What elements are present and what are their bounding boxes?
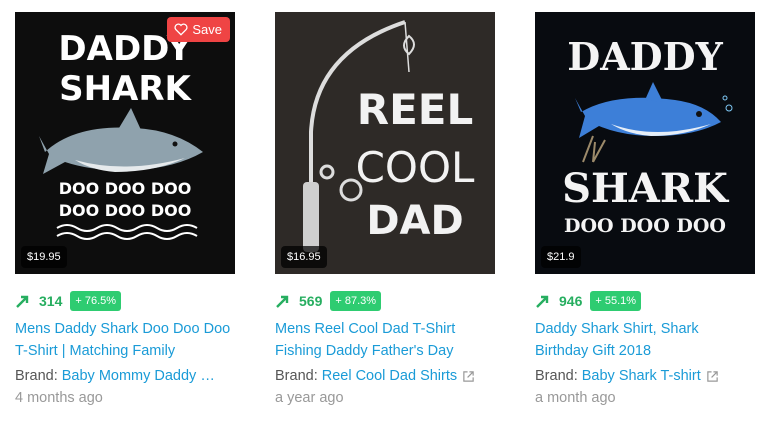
svg-text:DAD: DAD bbox=[366, 198, 463, 244]
product-image[interactable]: DADDY SHARK DOO DOO DOO DOO DOO DOO Save… bbox=[15, 12, 235, 274]
trend-up-icon bbox=[16, 295, 29, 308]
trend-up-icon bbox=[536, 295, 549, 308]
product-card: DADDY SHARK DOO DOO DOO $21.9 946 + 55.1… bbox=[535, 12, 755, 406]
brand-row: Brand: Baby Mommy Daddy … bbox=[15, 368, 235, 384]
product-card: REEL COOL DAD $16.95 569 + 87.3% Mens Re… bbox=[275, 12, 495, 406]
svg-text:REEL: REEL bbox=[357, 85, 473, 134]
svg-text:DADDY: DADDY bbox=[567, 34, 723, 79]
brand-label: Brand: bbox=[535, 368, 578, 384]
listing-age: a year ago bbox=[275, 390, 344, 406]
sales-count: 946 bbox=[559, 293, 583, 309]
brand-label: Brand: bbox=[275, 368, 318, 384]
svg-text:SHARK: SHARK bbox=[59, 69, 192, 109]
brand-row: Brand: Baby Shark T-shirt bbox=[535, 368, 755, 384]
trend-up-icon bbox=[276, 295, 289, 308]
brand-row: Brand: Reel Cool Dad Shirts bbox=[275, 368, 495, 384]
product-card: DADDY SHARK DOO DOO DOO DOO DOO DOO Save… bbox=[15, 12, 235, 406]
listing-age: a month ago bbox=[535, 390, 616, 406]
product-title-link[interactable]: Mens Daddy Shark Doo Doo Doo T-Shirt | M… bbox=[15, 318, 235, 362]
save-label: Save bbox=[192, 22, 222, 37]
svg-text:SHARK: SHARK bbox=[562, 165, 729, 212]
heart-icon bbox=[174, 23, 188, 36]
svg-text:DOO DOO DOO: DOO DOO DOO bbox=[59, 201, 192, 220]
listing-age: 4 months ago bbox=[15, 390, 103, 406]
brand-link[interactable]: Baby Shark T-shirt bbox=[582, 368, 701, 384]
stats-row: 314 + 76.5% bbox=[15, 290, 235, 312]
svg-text:COOL: COOL bbox=[356, 143, 475, 192]
stats-row: 946 + 55.1% bbox=[535, 290, 755, 312]
daddy-shark-blue-artwork: DADDY SHARK DOO DOO DOO bbox=[535, 12, 755, 274]
brand-label: Brand: bbox=[15, 368, 58, 384]
save-button[interactable]: Save bbox=[167, 17, 230, 42]
brand-link[interactable]: Reel Cool Dad Shirts bbox=[322, 368, 457, 384]
external-link-icon[interactable] bbox=[462, 370, 475, 383]
svg-text:DOO DOO DOO: DOO DOO DOO bbox=[564, 215, 726, 237]
external-link-icon[interactable] bbox=[706, 370, 719, 383]
product-title-link[interactable]: Mens Reel Cool Dad T-Shirt Fishing Daddy… bbox=[275, 318, 495, 362]
product-title-link[interactable]: Daddy Shark Shirt, Shark Birthday Gift 2… bbox=[535, 318, 755, 362]
growth-badge: + 76.5% bbox=[70, 291, 122, 311]
growth-badge: + 55.1% bbox=[590, 291, 642, 311]
price-badge: $16.95 bbox=[281, 246, 327, 268]
daddy-shark-artwork: DADDY SHARK DOO DOO DOO DOO DOO DOO bbox=[15, 12, 235, 274]
stats-row: 569 + 87.3% bbox=[275, 290, 495, 312]
price-badge: $21.9 bbox=[541, 246, 581, 268]
product-image[interactable]: REEL COOL DAD $16.95 bbox=[275, 12, 495, 274]
price-badge: $19.95 bbox=[21, 246, 67, 268]
brand-link[interactable]: Baby Mommy Daddy … bbox=[62, 368, 215, 384]
reel-cool-dad-artwork: REEL COOL DAD bbox=[275, 12, 495, 274]
product-grid: DADDY SHARK DOO DOO DOO DOO DOO DOO Save… bbox=[0, 0, 769, 430]
sales-count: 569 bbox=[299, 293, 323, 309]
svg-text:DOO DOO DOO: DOO DOO DOO bbox=[59, 179, 192, 198]
sales-count: 314 bbox=[39, 293, 63, 309]
product-image[interactable]: DADDY SHARK DOO DOO DOO $21.9 bbox=[535, 12, 755, 274]
growth-badge: + 87.3% bbox=[330, 291, 382, 311]
